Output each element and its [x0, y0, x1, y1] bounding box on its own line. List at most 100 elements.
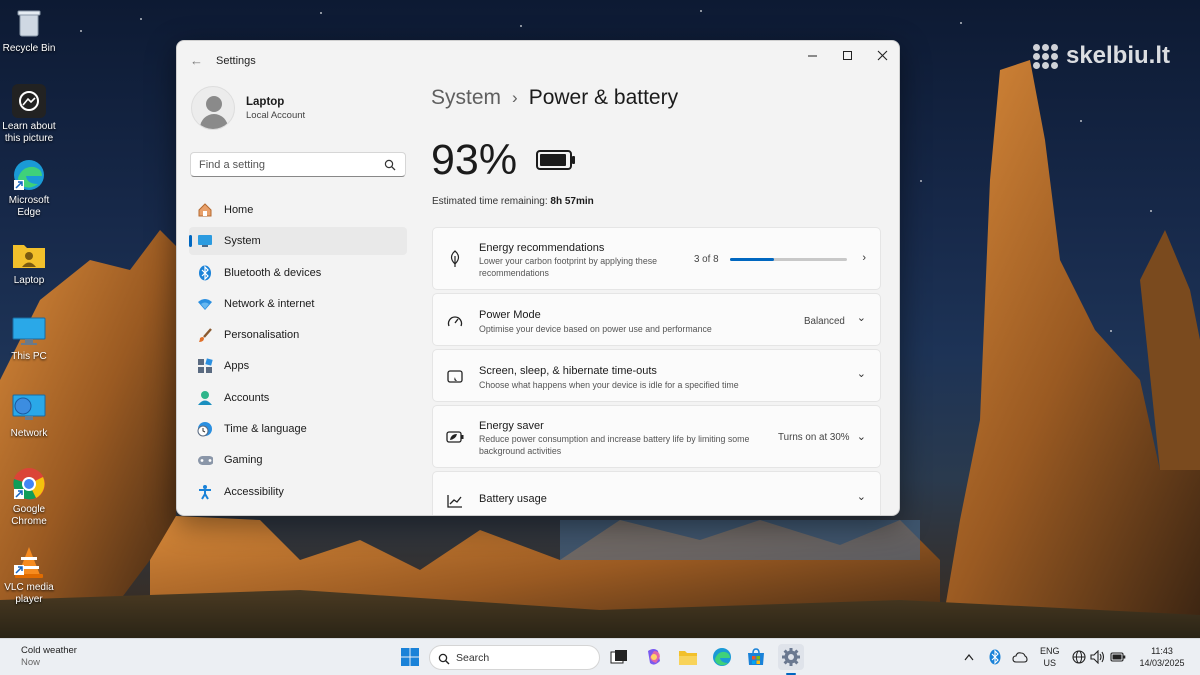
sidebar-item-network[interactable]: Network & internet: [189, 290, 407, 318]
chrome-icon: [12, 467, 46, 501]
watermark-logo: skelbiu.lt: [1032, 42, 1170, 70]
chevron-down-icon: ⌄: [856, 431, 866, 443]
card-power-mode[interactable]: Power Mode Optimise your device based on…: [432, 293, 881, 346]
sidebar-item-label: Apps: [224, 360, 250, 373]
profile-name: Laptop: [246, 95, 285, 108]
close-button[interactable]: [864, 41, 899, 69]
desktop-icon-this-pc[interactable]: This PC: [2, 314, 56, 363]
start-button[interactable]: [399, 646, 421, 668]
brush-icon: [197, 327, 213, 343]
title-bar[interactable]: ← Settings: [177, 41, 899, 79]
file-explorer-icon[interactable]: [677, 646, 699, 668]
edge-icon[interactable]: [711, 646, 733, 668]
sidebar-item-home[interactable]: Home: [189, 196, 407, 224]
card-title: Screen, sleep, & hibernate time-outs: [479, 365, 657, 377]
sidebar-item-personalisation[interactable]: Personalisation: [189, 321, 407, 349]
clock-time: 11:43: [1151, 646, 1173, 656]
sidebar-nav: Home System Bluetooth & devices Network …: [189, 196, 407, 509]
keyboard-region: US: [1043, 658, 1057, 668]
wifi-icon: [197, 296, 213, 312]
card-title: Energy saver: [479, 420, 544, 432]
sidebar-item-label: Home: [224, 204, 254, 216]
sidebar-item-system[interactable]: System: [189, 227, 407, 256]
task-view-icon[interactable]: [608, 646, 630, 668]
copilot-icon[interactable]: [643, 646, 665, 668]
back-arrow-icon[interactable]: ←: [190, 53, 203, 68]
sidebar-item-accounts[interactable]: Accounts: [189, 384, 407, 412]
desktop-icon-label: Network: [10, 428, 48, 439]
volume-icon[interactable]: [1089, 646, 1107, 668]
clock[interactable]: 11:43 14/03/2025: [1134, 645, 1190, 669]
estimate-value: 8h 57min: [550, 196, 594, 207]
vlc-cone-icon: [12, 545, 46, 579]
estimated-time-remaining: Estimated time remaining: 8h 57min: [432, 196, 594, 207]
taskbar-search-box[interactable]: [429, 645, 600, 670]
maximize-button[interactable]: [829, 41, 865, 69]
desktop-icon-edge[interactable]: Microsoft Edge: [2, 158, 56, 219]
desktop-icon-laptop-folder[interactable]: Laptop: [2, 238, 56, 287]
desktop-icon-chrome[interactable]: Google Chrome: [2, 467, 56, 528]
minimize-button[interactable]: [794, 41, 830, 69]
accounts-icon: [197, 390, 213, 406]
desktop-icon-network[interactable]: Network: [2, 391, 56, 440]
card-subtitle: Choose what happens when your device is …: [479, 380, 739, 390]
user-profile[interactable]: Laptop Local Account: [191, 86, 305, 130]
watermark-dots-icon: [1032, 43, 1058, 69]
card-battery-usage[interactable]: Battery usage ⌄: [432, 471, 881, 515]
gamepad-icon: [197, 452, 213, 468]
desktop-icon-learn-about-picture[interactable]: Learn about this picture: [2, 84, 56, 145]
breadcrumb-parent[interactable]: System: [431, 86, 501, 110]
sidebar-item-apps[interactable]: Apps: [189, 352, 407, 380]
page-title: Power & battery: [528, 86, 679, 109]
desktop-icon-label: Microsoft Edge: [8, 195, 50, 218]
sidebar-item-bluetooth[interactable]: Bluetooth & devices: [189, 259, 407, 287]
camera-spot-icon: [12, 84, 46, 118]
cloud-network-icon[interactable]: [1010, 646, 1030, 668]
sidebar-item-label: Accounts: [224, 391, 270, 404]
card-energy-saver[interactable]: Energy saver Reduce power consumption an…: [432, 405, 881, 468]
card-screen-sleep-hibernate[interactable]: Screen, sleep, & hibernate time-outs Cho…: [432, 349, 881, 402]
settings-search-input[interactable]: [191, 153, 371, 176]
chevron-down-icon: ⌄: [856, 312, 866, 324]
home-icon: [197, 202, 213, 218]
recommendations-progress-bar: [730, 258, 847, 261]
battery-tray-icon[interactable]: [1108, 646, 1128, 668]
system-icon: [197, 233, 213, 249]
desktop-icon-recycle-bin[interactable]: Recycle Bin: [2, 6, 56, 55]
sidebar-item-accessibility[interactable]: Accessibility: [189, 478, 407, 506]
watermark-text: skelbiu.lt: [1065, 42, 1170, 69]
taskbar-search-input[interactable]: [456, 650, 586, 666]
microsoft-store-icon[interactable]: [745, 646, 767, 668]
search-icon[interactable]: [384, 158, 396, 176]
battery-percentage: 93%: [431, 136, 518, 184]
sidebar-item-time-language[interactable]: Time & language: [189, 415, 407, 443]
search-icon: [438, 652, 450, 670]
weather-title: Cold weather: [21, 645, 77, 656]
energy-saver-status: Turns on at 30%: [778, 432, 850, 443]
avatar: [191, 86, 235, 130]
card-energy-recommendations[interactable]: Energy recommendations Lower your carbon…: [432, 227, 881, 290]
settings-window: ← Settings Laptop Local Account Home: [176, 40, 900, 516]
power-mode-select[interactable]: Balanced: [804, 316, 845, 327]
settings-gear-icon[interactable]: [778, 644, 804, 670]
sidebar-item-label: Network & internet: [224, 297, 315, 310]
chevron-down-icon: ⌄: [856, 368, 866, 380]
chevron-up-icon[interactable]: [960, 646, 978, 668]
settings-search-box[interactable]: [190, 152, 406, 177]
desktop-icon-label: VLC media player: [4, 582, 54, 605]
sidebar-item-label: Personalisation: [224, 329, 300, 342]
bluetooth-tray-icon[interactable]: [986, 646, 1004, 668]
recommendations-count: 3 of 8: [694, 254, 719, 265]
desktop-icon-label: Google Chrome: [11, 504, 47, 527]
desktop-icon-label: Recycle Bin: [2, 43, 56, 54]
card-subtitle: Lower your carbon footprint by applying …: [479, 256, 657, 278]
chevron-right-icon: ›: [862, 252, 866, 264]
language-indicator[interactable]: ENG US: [1040, 645, 1060, 669]
sidebar-item-label: Accessibility: [224, 485, 284, 498]
weather-widget[interactable]: Cold weather Now: [21, 645, 77, 669]
sidebar-item-gaming[interactable]: Gaming: [189, 446, 407, 474]
sidebar-item-label: Gaming: [224, 454, 263, 467]
desktop-icon-vlc[interactable]: VLC media player: [2, 545, 56, 606]
card-subtitle: Optimise your device based on power use …: [479, 324, 712, 334]
globe-icon[interactable]: [1070, 646, 1088, 668]
